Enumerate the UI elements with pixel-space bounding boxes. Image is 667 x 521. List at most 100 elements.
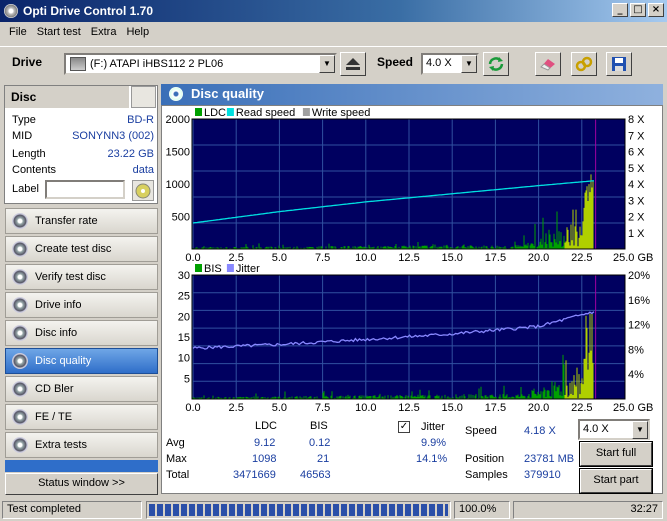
copy-button[interactable] <box>571 52 597 76</box>
disc-length-row: Length 23.22 GB <box>0 148 154 162</box>
maximize-button[interactable]: □ <box>630 3 646 17</box>
menu-bar: File Start test Extra Help <box>0 22 667 42</box>
x-tick-label: 12.5 <box>398 402 419 414</box>
minimize-button[interactable]: _ <box>612 3 628 17</box>
chain-icon <box>575 56 593 72</box>
y-tick-label: 30 <box>178 270 190 282</box>
x-tick-label: 25.0 GB <box>613 402 653 414</box>
position-value: 23781 MB <box>524 453 575 465</box>
refresh-icon <box>488 57 504 71</box>
y2-tick-label: 4 X <box>628 179 645 191</box>
avg-bis: 0.12 <box>309 437 331 449</box>
disc-icon <box>12 381 28 397</box>
nav-cd-bler[interactable]: CD Bler <box>5 376 158 402</box>
menu-start-test[interactable]: Start test <box>32 26 86 38</box>
save-button[interactable] <box>606 52 632 76</box>
eject-button[interactable] <box>340 52 366 76</box>
disc-label-key: Label <box>12 183 39 195</box>
y-tick-label: 20 <box>178 311 190 323</box>
disc-length-value: 23.22 GB <box>107 148 154 160</box>
nav-verify-test-disc[interactable]: Verify test disc <box>5 264 158 290</box>
start-part-button[interactable]: Start part <box>579 468 653 494</box>
disc-mid-key: MID <box>12 130 33 142</box>
disc-icon <box>12 297 28 313</box>
disc-icon <box>12 241 28 257</box>
disc-contents-row: Contents data <box>0 164 154 178</box>
drive-select[interactable]: (F:) ATAPI iHBS112 2 PL06 ▼ <box>64 53 337 75</box>
nav-spacer <box>5 460 158 472</box>
close-button[interactable]: × <box>648 3 664 17</box>
refresh-button[interactable] <box>483 52 509 76</box>
speed-select[interactable]: 4.0 X ▼ <box>421 53 479 75</box>
disc-type-row: Type BD-R <box>0 114 154 128</box>
y-tick-label: 10 <box>178 353 190 365</box>
jitter-checkbox[interactable]: ✓ <box>398 421 410 433</box>
disc-contents-value: data <box>132 164 154 176</box>
disc-label-input[interactable] <box>45 180 125 199</box>
progress-bar <box>146 501 451 519</box>
samples-value: 379910 <box>524 469 561 481</box>
x-tick-label: 20.0 <box>528 252 549 264</box>
avg-jitter: 9.9% <box>421 437 447 449</box>
y2-tick-label: 4% <box>628 369 644 381</box>
y2-tick-label: 8% <box>628 344 644 356</box>
chevron-down-icon[interactable]: ▼ <box>461 55 477 73</box>
speed-value: 4.0 X <box>426 57 452 69</box>
disc-type-value: BD-R <box>127 114 154 126</box>
x-tick-label: 0.0 <box>185 252 200 264</box>
legend-swatch <box>302 108 310 116</box>
disc-mid-value: SONYNN3 (002) <box>72 130 154 142</box>
legend-label: BIS <box>204 263 222 275</box>
start-full-button[interactable]: Start full <box>579 441 653 467</box>
nav-create-test-disc[interactable]: Create test disc <box>5 236 158 262</box>
total-ldc: 3471669 <box>233 469 276 481</box>
nav-extra-tests[interactable]: Extra tests <box>5 432 158 458</box>
erase-button[interactable] <box>535 52 561 76</box>
nav-drive-info[interactable]: Drive info <box>5 292 158 318</box>
x-tick-label: 10.0 <box>355 402 376 414</box>
disc-quality-icon <box>169 87 183 101</box>
disc-contents-key: Contents <box>12 164 57 176</box>
samples-label: Samples <box>465 469 508 481</box>
menu-file[interactable]: File <box>4 26 32 38</box>
test-speed-value: 4.0 X <box>583 423 609 435</box>
disc-header: Disc <box>5 86 129 108</box>
nav-label: Drive info <box>35 299 82 311</box>
avg-ldc: 9.12 <box>254 437 276 449</box>
disc-label-button[interactable] <box>132 180 154 201</box>
speed-stat-value: 4.18 X <box>524 425 556 437</box>
disc-icon <box>12 213 28 229</box>
status-text: Test completed <box>2 501 142 519</box>
eraser-icon <box>540 59 555 71</box>
nav-transfer-rate[interactable]: Transfer rate <box>5 208 158 234</box>
menu-help[interactable]: Help <box>121 26 154 38</box>
x-tick-label: 17.5 <box>485 402 506 414</box>
total-bis: 46563 <box>300 469 331 481</box>
legend-label: Jitter <box>236 263 260 275</box>
x-tick-label: 22.5 <box>571 252 592 264</box>
x-tick-label: 5.0 <box>272 402 287 414</box>
menu-extra[interactable]: Extra <box>86 26 122 38</box>
app-disc-icon <box>4 4 18 18</box>
disc-icon <box>135 183 151 198</box>
total-label: Total <box>166 469 190 481</box>
disc-header-button[interactable] <box>131 86 156 108</box>
nav-label: Extra tests <box>35 439 87 451</box>
chevron-down-icon[interactable]: ▼ <box>632 421 648 439</box>
test-speed-select[interactable]: 4.0 X ▼ <box>578 419 650 440</box>
chevron-down-icon[interactable]: ▼ <box>319 55 335 73</box>
legend-label: LDC <box>204 107 226 119</box>
x-tick-label: 20.0 <box>528 402 549 414</box>
jitter-label: Jitter <box>421 421 445 433</box>
y-tick-label: 500 <box>172 212 190 224</box>
panel-title: Disc quality <box>191 86 264 101</box>
legend-swatch <box>226 108 234 116</box>
status-window-button[interactable]: Status window >> <box>5 473 158 495</box>
y2-tick-label: 5 X <box>628 163 645 175</box>
panel-header: Disc quality <box>161 84 663 105</box>
nav-fe-te[interactable]: FE / TE <box>5 404 158 430</box>
legend-swatch <box>226 264 234 272</box>
nav-disc-quality[interactable]: Disc quality <box>5 348 158 374</box>
nav-disc-info[interactable]: Disc info <box>5 320 158 346</box>
legend-label: Read speed <box>236 107 295 119</box>
